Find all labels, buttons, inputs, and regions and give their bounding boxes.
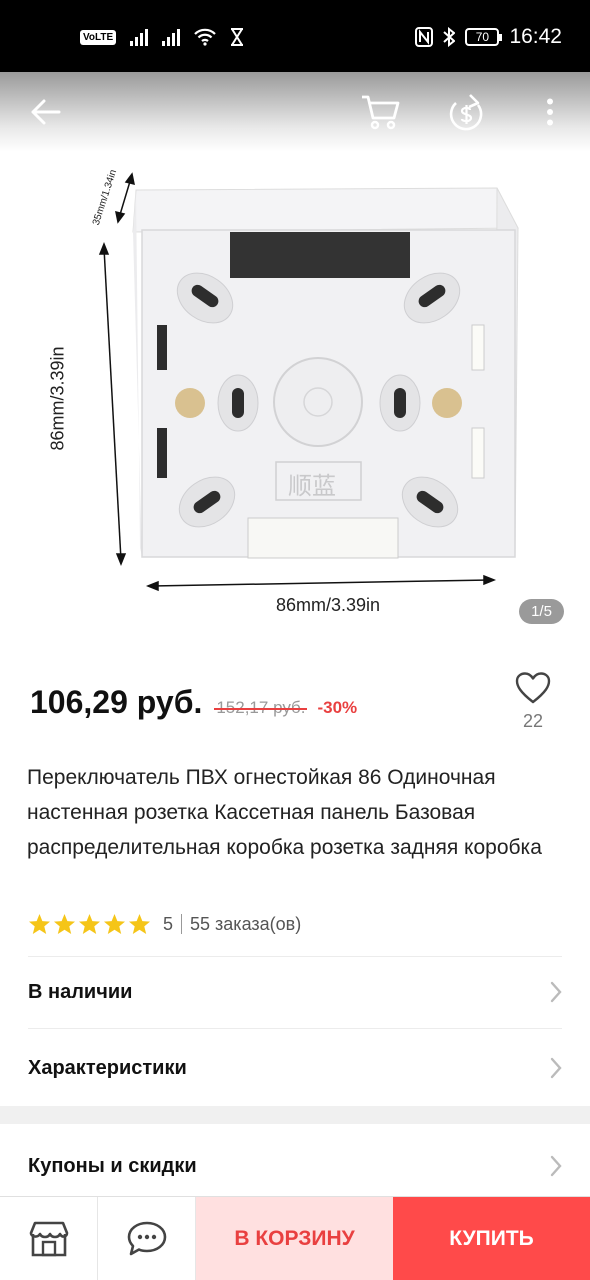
signal-icon-2 <box>162 28 181 46</box>
volte-badge: VoLTE <box>80 29 117 45</box>
coupons-label: Купоны и скидки <box>28 1154 197 1177</box>
star-icon <box>78 913 101 935</box>
rating-row[interactable]: 5 55 заказа(ов) <box>28 910 301 938</box>
signal-icon <box>130 28 149 46</box>
current-price: 106,29 руб. <box>30 684 203 720</box>
star-icon <box>53 913 76 935</box>
clock: 16:42 <box>509 25 562 48</box>
add-to-cart-button[interactable]: В КОРЗИНУ <box>196 1197 393 1280</box>
store-button[interactable] <box>0 1197 98 1280</box>
bluetooth-icon <box>443 27 456 47</box>
favorite-count: 22 <box>522 711 544 731</box>
app-bar <box>0 72 590 152</box>
specs-label: Характеристики <box>28 1056 187 1079</box>
price-row: 106,29 руб. 152,17 руб. -30% <box>30 684 357 734</box>
star-icon <box>103 913 126 935</box>
more-vertical-icon <box>547 98 553 126</box>
wifi-icon <box>194 28 216 46</box>
status-right: 70 16:42 <box>415 22 562 52</box>
nfc-icon <box>415 27 434 47</box>
status-bar: VoLTE 70 16:42 <box>0 0 590 72</box>
cart-icon <box>362 95 400 130</box>
old-price: 152,17 руб. <box>214 698 308 717</box>
section-gap <box>0 1106 590 1124</box>
battery-icon: 70 <box>465 28 503 46</box>
product-title: Переключатель ПВХ огнестойкая 86 Одиночн… <box>27 766 542 859</box>
specs-row[interactable]: Характеристики <box>28 1032 562 1104</box>
store-icon <box>29 1221 68 1257</box>
availability-row[interactable]: В наличии <box>28 956 562 1028</box>
rating-value: 5 <box>163 913 174 934</box>
chevron-right-icon <box>550 981 562 1003</box>
availability-label: В наличии <box>28 980 133 1003</box>
coupons-row[interactable]: Купоны и скидки <box>28 1130 562 1202</box>
chevron-right-icon <box>550 1155 562 1177</box>
brand-mark: 顺蓝 <box>288 472 336 500</box>
cart-button[interactable] <box>352 84 408 140</box>
arrow-left-icon <box>31 99 61 125</box>
bottom-action-bar: В КОРЗИНУ КУПИТЬ <box>0 1196 590 1280</box>
chevron-right-icon <box>550 1057 562 1079</box>
star-icon <box>128 913 151 935</box>
back-button[interactable] <box>18 84 74 140</box>
hourglass-icon <box>231 28 244 46</box>
product-gallery[interactable]: 86mm/3.39in 86mm/3.39in 35mm/1.34in 顺蓝 <box>0 152 590 652</box>
buy-now-button[interactable]: КУПИТЬ <box>393 1197 590 1280</box>
more-menu-button[interactable] <box>522 84 578 140</box>
star-icon <box>28 913 51 935</box>
rating-separator <box>181 914 183 934</box>
orders-count: 55 заказа(ов) <box>190 913 302 934</box>
heart-icon <box>515 672 551 704</box>
chat-icon <box>127 1221 166 1256</box>
share-earn-button[interactable] <box>438 84 494 140</box>
divider <box>28 1028 562 1029</box>
favorite-button[interactable]: 22 <box>510 672 556 742</box>
chat-button[interactable] <box>98 1197 196 1280</box>
rating-stars <box>28 913 151 935</box>
discount-badge: -30% <box>317 698 358 717</box>
dimension-height-label: 86mm/3.39in <box>47 346 68 451</box>
share-money-icon <box>449 94 483 131</box>
status-left: VoLTE <box>80 24 244 50</box>
dimension-width-label: 86mm/3.39in <box>276 595 381 615</box>
image-counter: 1/5 <box>519 599 564 624</box>
